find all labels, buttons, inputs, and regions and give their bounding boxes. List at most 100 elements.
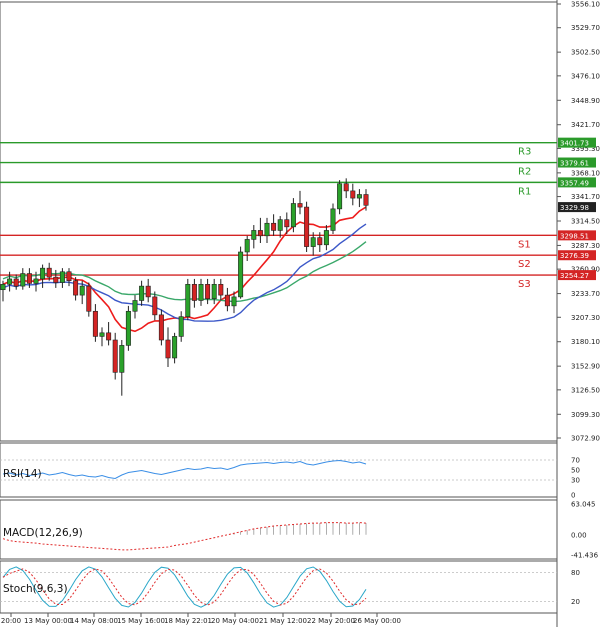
candle-body bbox=[198, 284, 204, 301]
level-price-text: 3357.49 bbox=[560, 179, 589, 187]
rsi-label: RSI(14) bbox=[3, 468, 42, 480]
level-label-s1: S1 bbox=[518, 239, 531, 250]
rsi-tick-label: 30 bbox=[571, 477, 580, 485]
candle-body bbox=[53, 276, 59, 283]
level-label-r2: R2 bbox=[518, 167, 531, 178]
candle-body bbox=[304, 206, 310, 247]
price-tick-label: 3287.30 bbox=[571, 242, 600, 250]
candle bbox=[86, 282, 92, 317]
stoch-label: Stoch(9,6,3) bbox=[3, 583, 68, 595]
candle-body bbox=[99, 332, 105, 337]
candle-body bbox=[231, 296, 237, 307]
candle-body bbox=[125, 310, 131, 346]
candle-body bbox=[158, 314, 164, 341]
macd-tick-label: -41.436 bbox=[571, 552, 599, 560]
price-tick-label: 3368.10 bbox=[571, 169, 600, 177]
current-price-text: 3329.98 bbox=[560, 204, 589, 212]
candle-body bbox=[224, 294, 230, 307]
candle-body bbox=[264, 222, 270, 237]
candle-body bbox=[73, 280, 79, 296]
candle-body bbox=[165, 339, 171, 359]
candle bbox=[112, 332, 118, 380]
candle-body bbox=[106, 332, 112, 341]
candle-body bbox=[310, 237, 316, 247]
candle-body bbox=[343, 183, 349, 192]
x-tick-label: 20:00 bbox=[1, 617, 21, 625]
price-tick-label: 3529.70 bbox=[571, 24, 600, 32]
rsi-panel: 70 50 30 0 RSI(14) bbox=[0, 442, 580, 500]
candle-body bbox=[277, 219, 283, 231]
x-tick-label: 13 May 00:00 bbox=[24, 617, 72, 625]
price-tick-label: 3502.50 bbox=[571, 49, 600, 57]
candle-body bbox=[218, 284, 224, 296]
price-tick-label: 3556.10 bbox=[571, 1, 600, 9]
candle bbox=[238, 246, 244, 299]
macd-frame bbox=[0, 499, 558, 560]
candle-body bbox=[152, 296, 158, 316]
price-tick-label: 3421.70 bbox=[571, 121, 600, 129]
candle-body bbox=[13, 278, 19, 287]
candle bbox=[304, 201, 310, 252]
candle-body bbox=[92, 310, 98, 337]
candle-body bbox=[205, 284, 211, 299]
level-label-s3: S3 bbox=[518, 279, 531, 290]
candle-body bbox=[363, 194, 369, 206]
candle-body bbox=[139, 285, 145, 301]
candle-body bbox=[7, 278, 13, 285]
price-tick-label: 3099.30 bbox=[571, 411, 600, 419]
candle-body bbox=[132, 300, 138, 312]
candle-body bbox=[356, 194, 362, 199]
x-tick-label: 14 May 08:00 bbox=[70, 617, 118, 625]
candle-body bbox=[257, 230, 263, 237]
price-tick-label: 3341.70 bbox=[571, 193, 600, 201]
macd-label: MACD(12,26,9) bbox=[3, 527, 83, 539]
candle-body bbox=[26, 273, 32, 284]
candle-body bbox=[330, 208, 336, 231]
price-tick-label: 3126.50 bbox=[571, 386, 600, 394]
candle bbox=[158, 309, 164, 346]
level-price-text: 3254.27 bbox=[560, 272, 589, 280]
macd-tick-label: 0.00 bbox=[571, 531, 587, 539]
stoch-tick-label: 20 bbox=[571, 598, 580, 606]
level-label-r1: R1 bbox=[518, 186, 531, 197]
candle-body bbox=[211, 284, 217, 299]
x-axis: 20:00 13 May 00:0014 May 08:0015 May 16:0… bbox=[1, 613, 401, 625]
price-chart: 3556.10 3529.70 3502.50 3476.10 3448.90 3421.… bbox=[0, 0, 600, 627]
rsi-tick-label: 70 bbox=[571, 457, 580, 465]
candle-body bbox=[284, 219, 290, 228]
candle-body bbox=[317, 237, 323, 246]
candle-body bbox=[290, 203, 296, 228]
x-tick-label: 21 May 12:00 bbox=[259, 617, 307, 625]
price-tick-label: 3448.90 bbox=[571, 97, 600, 105]
level-price-text: 3401.73 bbox=[560, 140, 589, 148]
rsi-frame bbox=[0, 442, 558, 498]
candle-body bbox=[238, 251, 244, 298]
candle-body bbox=[191, 284, 197, 301]
candle-body bbox=[323, 230, 329, 246]
level-price-text: 3298.51 bbox=[560, 232, 589, 240]
x-tick-label: 26 May 00:00 bbox=[353, 617, 401, 625]
price-tick-label: 3233.70 bbox=[571, 290, 600, 298]
level-price-text: 3379.61 bbox=[560, 160, 589, 168]
candle-body bbox=[145, 285, 151, 298]
x-tick-label: 22 May 20:00 bbox=[307, 617, 355, 625]
candle-body bbox=[66, 271, 72, 282]
rsi-tick-label: 50 bbox=[571, 467, 580, 475]
candle-body bbox=[251, 230, 257, 240]
candle-body bbox=[40, 267, 46, 280]
candle-body bbox=[0, 284, 6, 291]
candle-body bbox=[297, 203, 303, 208]
candle-body bbox=[112, 339, 118, 373]
x-tick-label: 18 May 22:01 bbox=[164, 617, 212, 625]
price-tick-label: 3180.10 bbox=[571, 338, 600, 346]
candle-body bbox=[79, 285, 85, 296]
candle-body bbox=[271, 222, 277, 231]
stoch-tick-label: 80 bbox=[571, 569, 580, 577]
candle bbox=[337, 180, 343, 215]
candle-body bbox=[244, 239, 250, 253]
price-tick-label: 3314.50 bbox=[571, 218, 600, 226]
price-tick-label: 3072.90 bbox=[571, 435, 600, 443]
level-label-s2: S2 bbox=[518, 259, 531, 270]
x-tick-label: 15 May 16:00 bbox=[117, 617, 165, 625]
price-tick-label: 3476.10 bbox=[571, 72, 600, 80]
